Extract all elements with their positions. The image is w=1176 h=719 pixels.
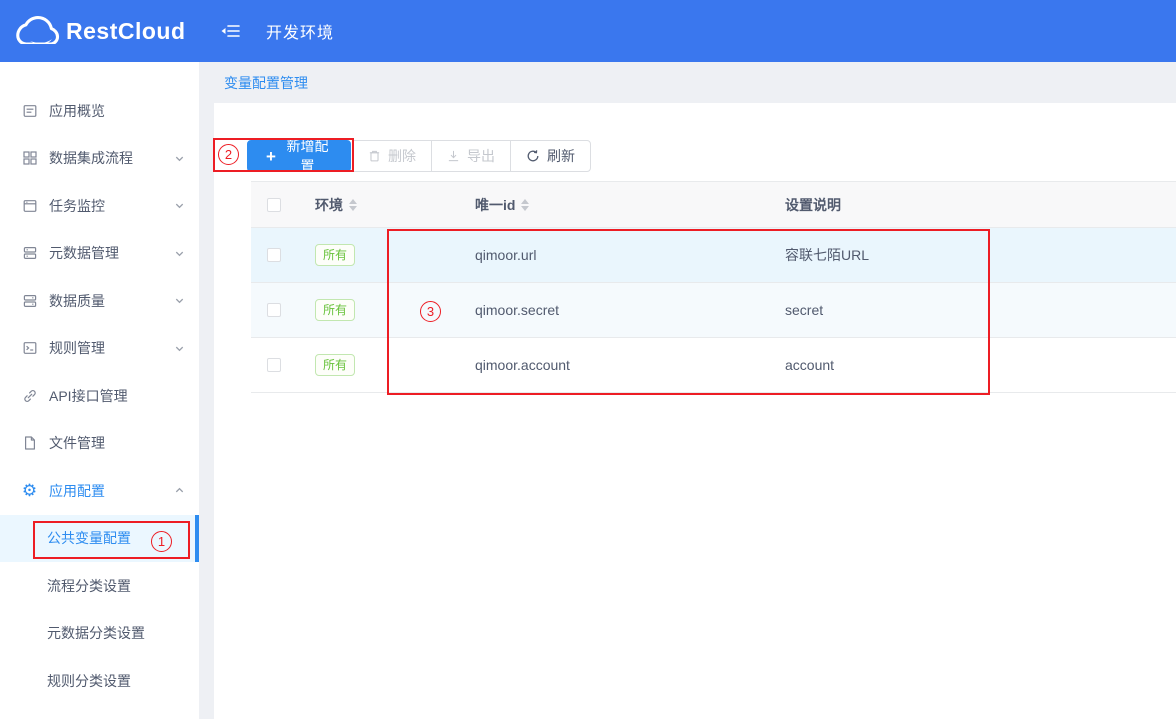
env-tag: 所有	[315, 299, 355, 321]
add-config-button[interactable]: + 新增配置	[247, 140, 351, 172]
sidebar-item-app-overview[interactable]: 应用概览	[0, 87, 199, 135]
table-row[interactable]: 所有 qimoor.url 容联七陌URL	[251, 228, 1176, 283]
chevron-down-icon	[174, 200, 185, 211]
download-icon	[447, 149, 460, 163]
sidebar-subitem-label: 元数据分类设置	[47, 623, 145, 643]
sidebar-item-task-monitor[interactable]: 任务监控	[0, 182, 199, 230]
api-icon	[21, 387, 38, 404]
monitor-icon	[21, 197, 38, 214]
file-icon	[21, 435, 38, 452]
column-header-env: 环境	[315, 195, 343, 215]
chevron-down-icon	[174, 248, 185, 259]
rules-icon	[21, 340, 38, 357]
sidebar: 应用概览 数据集成流程 任务监控	[0, 62, 199, 719]
breadcrumb: 变量配置管理	[199, 62, 1176, 103]
sidebar-item-label: 元数据管理	[49, 243, 119, 263]
sidebar-item-label: 文件管理	[49, 433, 105, 453]
table-row[interactable]: 所有 qimoor.secret secret	[251, 283, 1176, 338]
sidebar-item-label: 数据集成流程	[49, 148, 133, 168]
sidebar-item-label: 数据质量	[49, 291, 105, 311]
sidebar-subitem-label: 流程分类设置	[47, 576, 131, 596]
sidebar-item-label: API接口管理	[49, 386, 128, 406]
integration-icon	[21, 150, 38, 167]
toolbar-button-group: 删除 导出 刷新	[352, 140, 591, 172]
select-all-checkbox[interactable]	[267, 198, 281, 212]
env-tag: 所有	[315, 244, 355, 266]
config-id: qimoor.account	[475, 357, 570, 373]
brand-logo: RestCloud	[16, 13, 199, 49]
sidebar-subitem-label: 规则分类设置	[47, 671, 131, 691]
sort-control-env[interactable]	[349, 199, 357, 211]
page-title: 开发环境	[266, 19, 334, 43]
sidebar-item-api[interactable]: API接口管理	[0, 372, 199, 420]
sidebar-subitem-label: 公共变量配置	[47, 528, 131, 548]
sidebar-subitem-rule-category[interactable]: 规则分类设置	[0, 657, 199, 705]
sidebar-subitem-public-variables[interactable]: 公共变量配置	[0, 515, 199, 563]
plus-icon: +	[266, 148, 276, 165]
sort-control-id[interactable]	[521, 199, 529, 211]
config-id: qimoor.secret	[475, 302, 559, 318]
chevron-down-icon	[174, 295, 185, 306]
config-desc: account	[785, 357, 834, 373]
export-button[interactable]: 导出	[431, 140, 511, 172]
top-bar: RestCloud 开发环境	[0, 0, 1176, 62]
chevron-down-icon	[174, 153, 185, 164]
sidebar-item-metadata[interactable]: 元数据管理	[0, 230, 199, 278]
delete-button[interactable]: 删除	[352, 140, 432, 172]
row-checkbox[interactable]	[267, 358, 281, 372]
chevron-up-icon	[174, 485, 185, 496]
row-checkbox[interactable]	[267, 248, 281, 262]
sidebar-item-label: 任务监控	[49, 196, 105, 216]
toolbar: + 新增配置 删除	[247, 140, 591, 172]
main-content: 变量配置管理 + 新增配置 删除	[199, 62, 1176, 719]
gear-icon: ⚙	[21, 482, 38, 499]
column-header-id: 唯一id	[475, 195, 515, 215]
refresh-button[interactable]: 刷新	[510, 140, 591, 172]
menu-fold-icon[interactable]	[221, 23, 240, 39]
cloud-logo-icon	[16, 13, 60, 49]
refresh-icon	[526, 149, 540, 163]
chevron-down-icon	[174, 343, 185, 354]
metadata-icon	[21, 245, 38, 262]
config-id: qimoor.url	[475, 247, 536, 263]
quality-icon	[21, 292, 38, 309]
table-header-row: 环境 唯一id 设置说明	[251, 182, 1176, 228]
sidebar-item-data-quality[interactable]: 数据质量	[0, 277, 199, 325]
sidebar-item-rules[interactable]: 规则管理	[0, 325, 199, 373]
config-desc: 容联七陌URL	[785, 247, 869, 263]
sidebar-item-label: 应用概览	[49, 101, 105, 121]
config-table: 环境 唯一id 设置说明	[251, 181, 1176, 393]
sidebar-subitem-metadata-category[interactable]: 元数据分类设置	[0, 610, 199, 658]
sidebar-item-label: 应用配置	[49, 481, 105, 501]
sidebar-item-data-integration[interactable]: 数据集成流程	[0, 135, 199, 183]
brand-name: RestCloud	[66, 18, 186, 45]
sidebar-subitem-flow-category[interactable]: 流程分类设置	[0, 562, 199, 610]
table-row[interactable]: 所有 qimoor.account account	[251, 338, 1176, 393]
env-tag: 所有	[315, 354, 355, 376]
trash-icon	[368, 149, 381, 163]
config-desc: secret	[785, 302, 823, 318]
content-card: + 新增配置 删除	[214, 103, 1176, 719]
sidebar-item-label: 规则管理	[49, 338, 105, 358]
sidebar-item-app-config[interactable]: ⚙ 应用配置	[0, 467, 199, 515]
breadcrumb-link[interactable]: 变量配置管理	[224, 73, 308, 93]
overview-icon	[21, 102, 38, 119]
sidebar-item-files[interactable]: 文件管理	[0, 420, 199, 468]
column-header-desc: 设置说明	[785, 197, 841, 213]
row-checkbox[interactable]	[267, 303, 281, 317]
